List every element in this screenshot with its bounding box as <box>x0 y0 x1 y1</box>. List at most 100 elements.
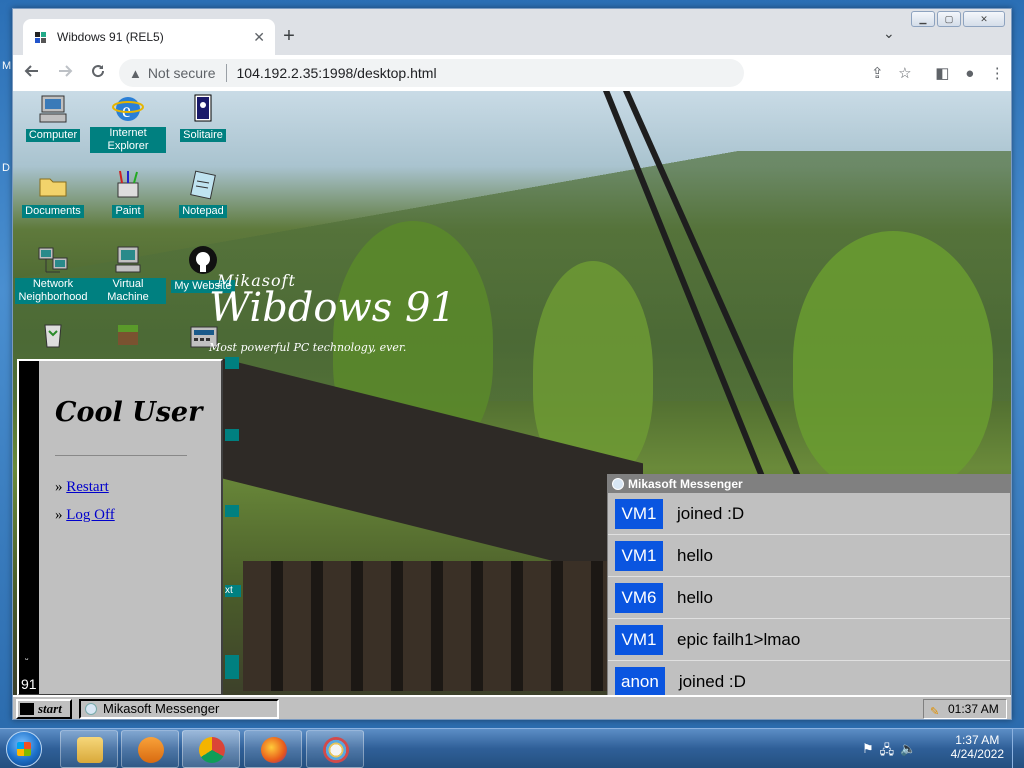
computer-icon <box>37 93 69 125</box>
start-menu-side-strip: ᵕ 91 <box>19 361 39 694</box>
minimize-button[interactable]: ▁ <box>911 11 935 27</box>
messenger-bubble-icon <box>612 478 624 490</box>
desktop-icon-network-neighborhood[interactable]: Network Neighborhood <box>15 244 91 305</box>
desktop-icon-label: Documents <box>22 205 84 218</box>
taskbar-pin-firefox[interactable] <box>244 730 302 768</box>
folder-icon <box>37 169 69 201</box>
desktop-icon-label: Virtual Machine <box>90 278 166 304</box>
brand-tagline: Most powerful PC technology, ever. <box>209 341 407 354</box>
show-desktop-button[interactable] <box>1012 729 1024 768</box>
tab-search-chevron-icon[interactable]: ⌄ <box>883 25 895 42</box>
start-menu: ᵕ 91 Cool User » Restart » Log Off <box>17 359 223 696</box>
volume-icon[interactable]: 🔈 <box>900 741 916 763</box>
desktop-icon-label-fragment <box>225 655 239 679</box>
messenger-message: VM6 hello <box>608 577 1010 619</box>
wibdows-clock: 01:37 AM <box>948 702 999 716</box>
action-center-flag-icon[interactable]: ⚑ <box>862 741 874 763</box>
browser-tab[interactable]: Wibdows 91 (REL5) ✕ <box>23 19 275 55</box>
host-taskbar: ⚑ 🖧 🔈 1:37 AM 4/24/2022 <box>0 728 1024 768</box>
taskbar-pin-paint[interactable] <box>306 730 364 768</box>
start-menu-item-log-off: » Log Off <box>55 507 115 524</box>
wibdows-logo-icon <box>20 703 34 715</box>
url-text[interactable]: 104.192.2.35:1998/desktop.html <box>237 65 437 81</box>
message-text: joined :D <box>677 503 745 523</box>
desktop-icon-label: Solitaire <box>180 129 226 142</box>
messenger-message: anon joined :D <box>608 661 1010 697</box>
profile-avatar-icon[interactable]: ● <box>956 65 983 82</box>
reload-icon[interactable] <box>84 57 113 89</box>
forward-arrow-icon[interactable] <box>50 57 79 89</box>
messenger-title-bar[interactable]: Mikasoft Messenger <box>608 475 1010 493</box>
desktop-icon-label: Internet Explorer <box>90 127 166 153</box>
host-clock[interactable]: 1:37 AM 4/24/2022 <box>951 733 1004 761</box>
warning-triangle-icon[interactable]: ▲ <box>129 66 142 81</box>
restart-link[interactable]: Restart <box>66 479 109 495</box>
desktop-icon-label-fragment <box>225 505 239 517</box>
wallpaper-tree <box>793 231 993 491</box>
internet-explorer-icon: e <box>112 93 144 125</box>
messenger-message: VM1 joined :D <box>608 493 1010 535</box>
back-arrow-icon[interactable] <box>17 57 46 89</box>
taskbar-button-messenger[interactable]: Mikasoft Messenger <box>79 699 279 719</box>
windows-start-orb-icon[interactable] <box>6 731 42 767</box>
side-panel-icon[interactable]: ◧ <box>929 64 956 82</box>
wibdows-favicon-icon <box>33 29 49 45</box>
desktop-icon-notepad[interactable]: Notepad <box>165 169 241 219</box>
host-notification-area: ⚑ 🖧 🔈 <box>862 741 916 763</box>
virtual-machine-icon <box>112 244 144 276</box>
more-menu-icon[interactable]: ⋮ <box>984 64 1011 82</box>
messenger-title: Mikasoft Messenger <box>628 477 743 491</box>
taskbar-button-label: Mikasoft Messenger <box>103 701 220 716</box>
bookmark-star-icon[interactable]: ☆ <box>891 64 918 82</box>
messenger-bubble-icon <box>85 703 97 715</box>
desktop-icon-documents[interactable]: Documents <box>15 169 91 219</box>
start-menu-user-name: Cool User <box>55 397 203 428</box>
close-window-button[interactable]: ✕ <box>963 11 1005 27</box>
wrench-icon[interactable]: ✎ <box>930 703 939 719</box>
message-sender: anon <box>615 666 665 697</box>
address-bar[interactable]: ▲ Not secure 104.192.2.35:1998/desktop.h… <box>118 59 744 87</box>
message-sender: VM6 <box>615 582 663 613</box>
host-time: 1:37 AM <box>955 733 1000 747</box>
paint-icon <box>323 737 349 763</box>
explorer-icon <box>77 737 103 763</box>
desktop-icon-label-fragment <box>225 429 239 441</box>
chrome-icon <box>199 737 225 763</box>
messenger-window: Mikasoft Messenger VM1 joined :D VM1 hel… <box>607 474 1011 698</box>
close-tab-icon[interactable]: ✕ <box>253 29 265 46</box>
desktop-icon-internet-explorer[interactable]: e Internet Explorer <box>90 93 166 154</box>
desktop-icon-paint[interactable]: Paint <box>90 169 166 219</box>
media-player-icon <box>138 737 164 763</box>
messenger-message: VM1 epic failh1>lmao <box>608 619 1010 661</box>
tab-title: Wibdows 91 (REL5) <box>57 30 164 44</box>
taskbar-pin-media-player[interactable] <box>121 730 179 768</box>
recycle-bin-icon <box>37 319 69 351</box>
security-status[interactable]: Not secure <box>148 65 216 81</box>
log-off-link[interactable]: Log Off <box>66 507 114 523</box>
bullet: » <box>55 507 63 523</box>
host-date: 4/24/2022 <box>950 747 1004 761</box>
message-sender: VM1 <box>615 624 663 655</box>
new-tab-button[interactable]: + <box>275 23 303 51</box>
start-menu-smile: ᵕ <box>25 654 29 664</box>
wallpaper-fence <box>243 561 623 691</box>
message-text: hello <box>677 587 713 607</box>
message-sender: VM1 <box>615 540 663 571</box>
desktop-icon-recycle-bin[interactable] <box>15 319 91 351</box>
desktop-icon-computer[interactable]: Computer <box>15 93 91 143</box>
taskbar-pin-chrome[interactable] <box>182 730 240 768</box>
windows-flag-icon <box>17 742 31 756</box>
desktop-icon-virtual-machine[interactable]: Virtual Machine <box>90 244 166 305</box>
maximize-button[interactable]: ▢ <box>937 11 961 27</box>
wibdows-taskbar: start Mikasoft Messenger ✎ 01:37 AM <box>13 695 1011 719</box>
network-icon[interactable]: 🖧 <box>880 741 895 763</box>
desktop-icon-solitaire[interactable]: Solitaire <box>165 93 241 143</box>
notepad-icon <box>187 169 219 201</box>
taskbar-pin-explorer[interactable] <box>60 730 118 768</box>
share-icon[interactable]: ⇪ <box>864 64 891 82</box>
messenger-message: VM1 hello <box>608 535 1010 577</box>
start-menu-item-restart: » Restart <box>55 479 109 496</box>
start-menu-divider <box>55 455 187 456</box>
desktop-icon-minecraft[interactable] <box>90 319 166 351</box>
start-button[interactable]: start <box>16 699 72 719</box>
